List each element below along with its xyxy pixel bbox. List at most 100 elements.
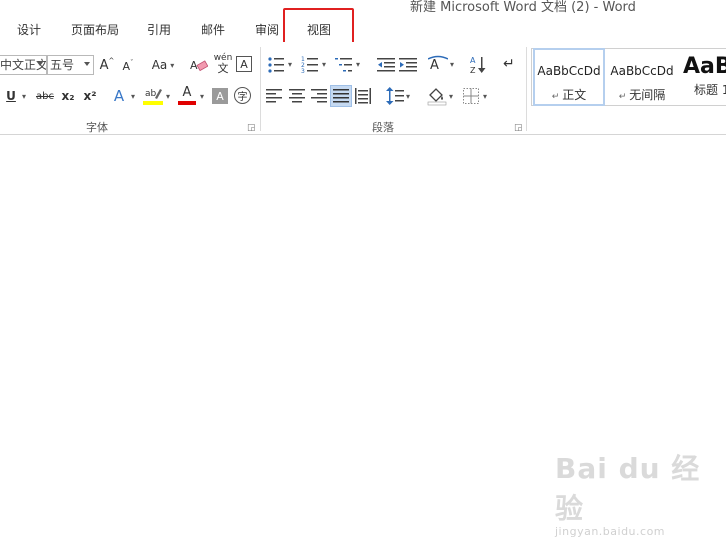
character-shading-icon: A <box>216 89 224 103</box>
tab-references[interactable]: 引用 <box>147 21 171 38</box>
chevron-down-icon[interactable]: ▾ <box>449 92 453 101</box>
chevron-down-icon[interactable]: ▾ <box>483 92 487 101</box>
chevron-down-icon[interactable] <box>84 62 90 66</box>
text-effects-button[interactable]: A <box>110 86 128 106</box>
font-color-swatch <box>178 101 196 105</box>
style-normal[interactable]: AaBbCcDd ↵ 正文 <box>533 48 605 106</box>
borders-icon <box>463 88 479 104</box>
shading-button[interactable] <box>427 86 447 106</box>
subscript-button[interactable]: x₂ <box>59 87 77 105</box>
chevron-down-icon[interactable]: ▾ <box>322 60 326 69</box>
phonetic-guide-button[interactable]: wén 文 <box>213 54 233 76</box>
chinese-layout-button[interactable]: A <box>428 55 448 75</box>
character-border-icon: A <box>240 57 248 71</box>
chevron-down-icon[interactable]: ▾ <box>288 60 292 69</box>
font-dialog-launcher-icon[interactable]: ◲ <box>247 124 256 133</box>
change-case-icon: Aa <box>151 58 168 72</box>
strikethrough-button[interactable]: abc <box>34 88 56 104</box>
show-formatting-marks-button[interactable]: ↵ <box>503 56 519 74</box>
font-size-value: 五号 <box>50 58 75 72</box>
paint-bucket-icon <box>427 88 447 106</box>
tab-page-layout[interactable]: 页面布局 <box>71 21 119 38</box>
font-name-combo[interactable]: 中文正文 <box>0 55 47 75</box>
multilevel-list-icon <box>335 58 352 72</box>
pilcrow-icon: ↵ <box>503 56 515 72</box>
eraser-icon: A <box>190 59 208 72</box>
font-size-combo[interactable]: 五号 <box>47 55 94 75</box>
style-no-spacing[interactable]: AaBbCcDd ↵ 无间隔 <box>607 48 677 106</box>
svg-text:3: 3 <box>301 68 305 74</box>
enclose-characters-button[interactable]: 字 <box>234 87 251 104</box>
align-center-icon <box>289 89 305 103</box>
decrease-indent-icon <box>377 58 395 72</box>
underline-button[interactable]: U <box>4 87 18 105</box>
phonetic-bottom-text: 文 <box>217 62 229 75</box>
bullets-icon <box>268 57 284 73</box>
paragraph-dialog-launcher-icon[interactable]: ◲ <box>514 124 523 133</box>
clear-formatting-button[interactable]: A <box>190 57 208 73</box>
watermark-url: jingyan.baidu.com <box>555 525 666 538</box>
font-group-label: 字体 <box>86 121 108 134</box>
align-right-button[interactable] <box>311 88 327 104</box>
borders-button[interactable] <box>463 88 479 104</box>
highlighter-icon: ab <box>143 89 163 105</box>
align-left-icon <box>266 89 282 103</box>
chevron-down-icon[interactable]: ▾ <box>356 60 360 69</box>
enclose-characters-icon: 字 <box>237 92 248 103</box>
grow-font-button[interactable]: A ^ <box>98 55 116 75</box>
sort-icon: A Z <box>470 56 486 75</box>
chevron-down-icon[interactable]: ▾ <box>450 60 454 69</box>
distributed-button[interactable] <box>355 88 371 104</box>
decrease-indent-button[interactable] <box>377 57 395 73</box>
distributed-icon <box>355 88 371 104</box>
group-divider <box>260 47 261 131</box>
increase-indent-icon <box>399 58 417 72</box>
style-name: ↵ 正文 <box>551 88 587 102</box>
chevron-down-icon[interactable]: ▾ <box>22 92 26 101</box>
shrink-font-icon: A <box>122 59 131 73</box>
paragraph-group-label: 段落 <box>372 121 394 134</box>
line-spacing-button[interactable] <box>386 87 404 105</box>
align-center-button[interactable] <box>289 88 305 104</box>
justify-button[interactable] <box>330 85 352 107</box>
svg-text:A: A <box>430 58 439 73</box>
subscript-icon: x₂ <box>61 89 75 103</box>
underline-icon: U <box>6 89 16 103</box>
chevron-down-icon[interactable]: ▾ <box>166 92 170 101</box>
superscript-button[interactable]: x² <box>81 87 99 105</box>
window-title: 新建 Microsoft Word 文档 (2) - Word <box>410 0 636 15</box>
numbering-button[interactable]: 1 2 3 <box>301 56 319 74</box>
numbering-icon: 1 2 3 <box>301 56 318 74</box>
font-color-icon: A <box>182 85 192 100</box>
style-sample-text: AaBbCcDd <box>537 64 601 78</box>
chevron-down-icon[interactable]: ▾ <box>200 92 204 101</box>
chevron-down-icon[interactable] <box>37 62 43 66</box>
tab-review[interactable]: 审阅 <box>255 21 279 38</box>
align-left-button[interactable] <box>266 88 282 104</box>
justify-icon <box>333 89 349 103</box>
strikethrough-icon: abc <box>36 90 54 102</box>
chevron-down-icon[interactable]: ▾ <box>406 92 410 101</box>
character-shading-button[interactable]: A <box>212 88 228 104</box>
style-sample-text: AaB <box>683 54 726 79</box>
character-border-button[interactable]: A <box>236 56 252 72</box>
bullets-button[interactable] <box>267 56 285 74</box>
highlight-button[interactable]: ab <box>143 86 163 106</box>
change-case-button[interactable]: Aa ▾ <box>148 55 178 75</box>
superscript-icon: x² <box>83 89 97 103</box>
multilevel-list-button[interactable] <box>335 56 353 74</box>
text-effects-icon: A <box>113 87 125 105</box>
increase-indent-button[interactable] <box>399 57 417 73</box>
align-right-icon <box>311 89 327 103</box>
style-name: 标题 1 <box>694 83 726 97</box>
baidu-jingyan-watermark: Bai du 经验 jingyan.baidu.com <box>555 447 720 538</box>
shrink-font-button[interactable]: Aˇ <box>120 57 136 75</box>
grow-font-icon: A <box>99 57 109 73</box>
font-color-button[interactable]: A <box>177 86 197 106</box>
chevron-down-icon[interactable]: ▾ <box>131 92 135 101</box>
sort-button[interactable]: A Z <box>470 55 488 75</box>
style-heading-1[interactable]: AaB 标题 1 <box>680 48 726 106</box>
tab-design[interactable]: 设计 <box>17 21 41 38</box>
tab-mailings[interactable]: 邮件 <box>201 21 225 38</box>
svg-text:Z: Z <box>470 66 476 75</box>
